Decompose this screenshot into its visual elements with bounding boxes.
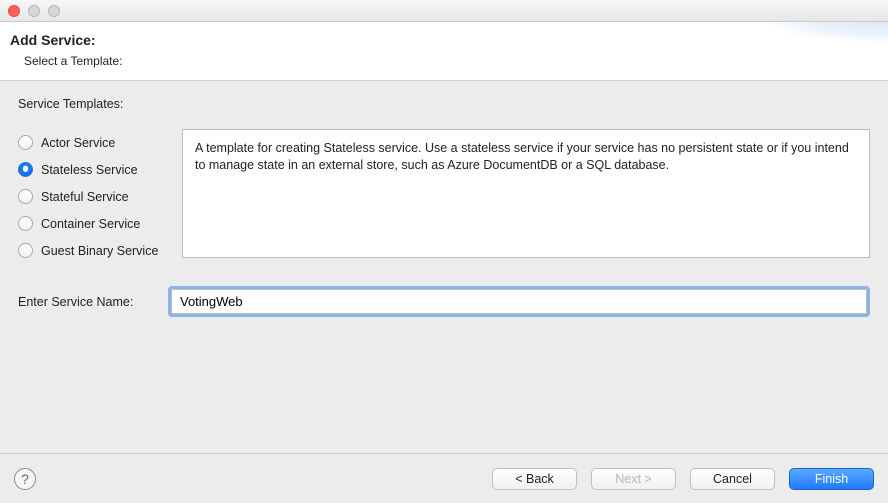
service-name-row: Enter Service Name: [18, 286, 870, 317]
radio-label: Container Service [41, 217, 140, 231]
template-option-actor-service[interactable]: Actor Service [18, 135, 168, 150]
window-close-button[interactable] [8, 5, 20, 17]
radio-label: Stateless Service [41, 163, 138, 177]
radio-icon [18, 243, 33, 258]
radio-icon [18, 189, 33, 204]
finish-button[interactable]: Finish [789, 468, 874, 490]
back-button[interactable]: < Back [492, 468, 577, 490]
radio-icon [18, 135, 33, 150]
wizard-footer: ? < Back Next > Cancel Finish [0, 453, 888, 503]
help-icon[interactable]: ? [14, 468, 36, 490]
footer-button-group: < Back Next > Cancel Finish [492, 468, 874, 490]
templates-section-label: Service Templates: [18, 97, 870, 111]
service-name-input[interactable] [171, 289, 867, 314]
template-option-guest-binary-service[interactable]: Guest Binary Service [18, 243, 168, 258]
wizard-header: Add Service: Select a Template: [0, 22, 888, 81]
window-titlebar [0, 0, 888, 22]
cancel-button[interactable]: Cancel [690, 468, 775, 490]
service-name-label: Enter Service Name: [18, 295, 158, 309]
templates-row: Actor Service Stateless Service Stateful… [18, 129, 870, 258]
template-option-container-service[interactable]: Container Service [18, 216, 168, 231]
header-decoration [728, 22, 888, 76]
radio-icon [18, 162, 33, 177]
template-radio-list: Actor Service Stateless Service Stateful… [18, 129, 168, 258]
window-maximize-button [48, 5, 60, 17]
radio-label: Stateful Service [41, 190, 129, 204]
template-option-stateless-service[interactable]: Stateless Service [18, 162, 168, 177]
template-description: A template for creating Stateless servic… [182, 129, 870, 258]
window-minimize-button [28, 5, 40, 17]
next-button: Next > [591, 468, 676, 490]
template-option-stateful-service[interactable]: Stateful Service [18, 189, 168, 204]
service-name-focus-ring [168, 286, 870, 317]
radio-label: Guest Binary Service [41, 244, 158, 258]
radio-label: Actor Service [41, 136, 115, 150]
wizard-body: Service Templates: Actor Service Statele… [0, 81, 888, 333]
radio-icon [18, 216, 33, 231]
